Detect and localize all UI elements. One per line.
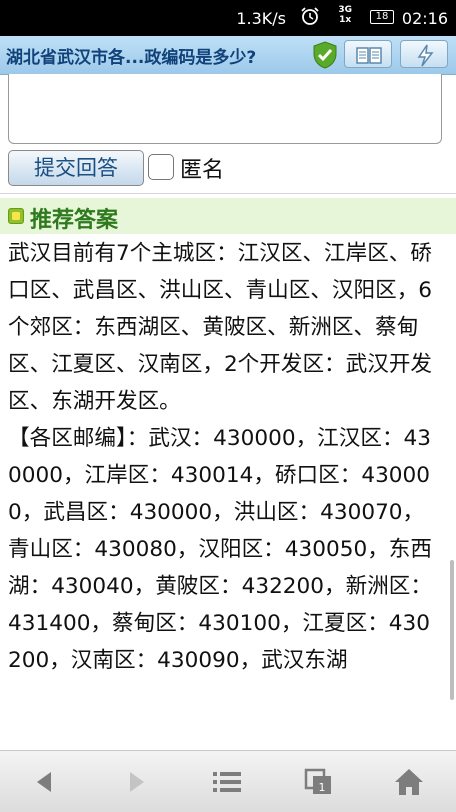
anonymous-label: 匿名 — [180, 158, 225, 183]
scrollbar[interactable] — [450, 560, 454, 700]
reader-mode-button[interactable] — [344, 40, 392, 68]
menu-button[interactable] — [182, 751, 272, 812]
answer-content: 武汉目前有7个主城区：江汉区、江岸区、硚口区、武昌区、洪山区、青山区、汉阳区，6… — [8, 235, 434, 679]
battery-level: 18 — [375, 11, 389, 22]
status-bar: 1.3K/s 3G 1x 18 02:16 — [0, 0, 456, 36]
back-arrow-icon — [37, 771, 51, 792]
signal-3g-label: 3G — [338, 5, 352, 15]
bottom-toolbar: 1 — [0, 750, 456, 812]
speed-mode-button[interactable] — [400, 40, 448, 68]
alarm-clock-icon — [301, 7, 319, 25]
battery-icon: 18 — [370, 10, 394, 24]
page-title[interactable]: 湖北省武汉市各...政编码是多少? — [6, 43, 306, 68]
recommended-answer-title: 推荐答案 — [30, 208, 119, 233]
signal-1x-label: 1x — [339, 15, 352, 25]
answer-paragraph: 【各区邮编】：武汉：430000，江汉区：430000，江岸区：430014，硚… — [8, 426, 432, 673]
menu-icon — [213, 771, 241, 792]
forward-button[interactable] — [91, 751, 181, 812]
home-icon — [395, 768, 423, 795]
answer-textarea[interactable] — [8, 74, 442, 144]
home-button[interactable] — [364, 751, 454, 812]
signal-icon: 3G 1x — [338, 5, 352, 25]
recommended-answer-header: 推荐答案 — [0, 198, 456, 234]
recommended-icon — [8, 208, 24, 224]
back-button[interactable] — [0, 751, 90, 812]
network-speed: 1.3K/s — [236, 9, 286, 28]
forward-arrow-icon — [130, 771, 144, 792]
security-shield-icon[interactable] — [312, 41, 338, 69]
book-icon — [356, 47, 382, 64]
clock: 02:16 — [401, 9, 448, 28]
anonymous-checkbox[interactable] — [148, 154, 174, 180]
submit-answer-button[interactable]: 提交回答 — [8, 150, 144, 186]
browser-title-bar: 湖北省武汉市各...政编码是多少? — [0, 36, 456, 75]
divider — [0, 193, 456, 194]
answer-paragraph: 武汉目前有7个主城区：江汉区、江岸区、硚口区、武昌区、洪山区、青山区、汉阳区，6… — [8, 241, 433, 414]
svg-text:1: 1 — [319, 781, 326, 794]
tabs-button[interactable]: 1 — [273, 751, 363, 812]
tabs-icon: 1 — [304, 768, 331, 794]
lightning-icon — [417, 44, 434, 67]
